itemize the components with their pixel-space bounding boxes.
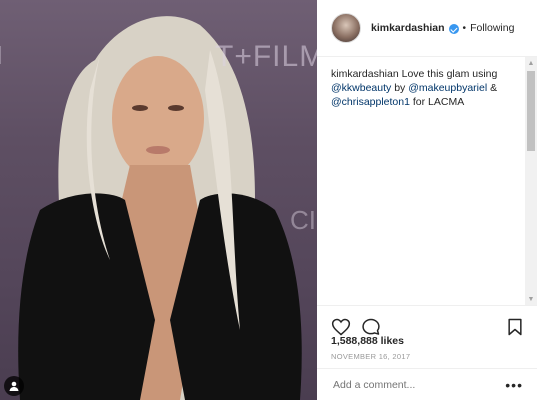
following-button[interactable]: Following bbox=[470, 22, 514, 34]
backdrop-text: T+FILM bbox=[215, 40, 317, 73]
likes-count[interactable]: 1,588,888 likes bbox=[331, 335, 404, 347]
scroll-down-button[interactable]: ▼ bbox=[525, 293, 537, 305]
verified-icon bbox=[448, 24, 459, 34]
scroll-thumb[interactable] bbox=[527, 71, 535, 151]
caption: kimkardashian Love this glam using @kkwb… bbox=[317, 57, 537, 305]
scroll-up-button[interactable]: ▲ bbox=[525, 57, 537, 69]
caption-text: Love this glam using bbox=[401, 68, 498, 80]
scrollbar[interactable]: ▲ ▼ bbox=[525, 57, 537, 305]
caption-text: by bbox=[394, 82, 406, 94]
heart-icon[interactable] bbox=[331, 317, 351, 337]
more-options-button[interactable]: ••• bbox=[505, 378, 523, 392]
post-header: kimkardashian • Following bbox=[317, 0, 537, 57]
backdrop-text: CI bbox=[290, 205, 316, 235]
username-link[interactable]: kimkardashian bbox=[371, 22, 445, 34]
mention-link[interactable]: @chrisappleton1 bbox=[331, 96, 410, 108]
separator-dot: • bbox=[462, 22, 467, 34]
comment-icon[interactable] bbox=[361, 317, 381, 337]
mention-link[interactable]: @makeupbyariel bbox=[408, 82, 487, 94]
post-side-panel: kimkardashian • Following kimkardashian … bbox=[317, 0, 537, 400]
add-comment-section: ••• bbox=[317, 368, 537, 400]
bookmark-icon[interactable] bbox=[505, 317, 525, 337]
mention-link[interactable]: @kkwbeauty bbox=[331, 82, 391, 94]
caption-text: for LACMA bbox=[412, 96, 465, 108]
post-date[interactable]: NOVEMBER 16, 2017 bbox=[331, 352, 410, 361]
backdrop-text: I bbox=[0, 40, 3, 71]
comment-input[interactable] bbox=[333, 378, 506, 391]
avatar[interactable] bbox=[331, 13, 361, 43]
tag-user-icon[interactable] bbox=[4, 376, 24, 396]
post-photo[interactable]: T+FILM CI I bbox=[0, 0, 317, 400]
caption-text: & bbox=[490, 82, 498, 94]
caption-username[interactable]: kimkardashian bbox=[331, 68, 399, 80]
